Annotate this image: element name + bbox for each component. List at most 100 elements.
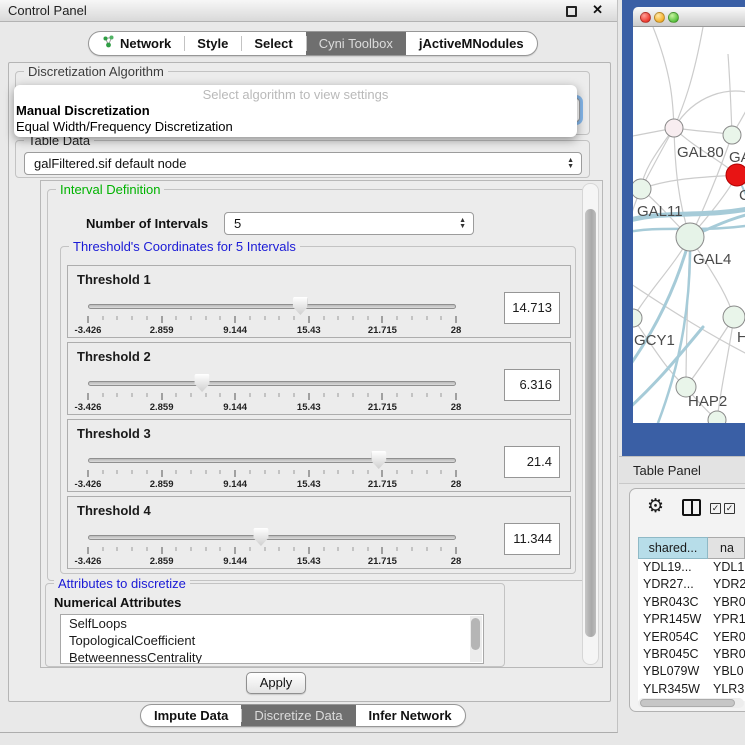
- tick-label: -3.426: [75, 479, 102, 490]
- node-gal11[interactable]: [633, 179, 651, 199]
- zoom-traffic-light-icon[interactable]: [668, 12, 679, 23]
- tick-mark: [117, 316, 118, 320]
- apply-button[interactable]: Apply: [246, 672, 306, 694]
- tab-network[interactable]: Network: [89, 32, 184, 55]
- node-h[interactable]: [723, 306, 745, 328]
- tick-mark: [367, 316, 368, 320]
- tick-label: 9.144: [223, 325, 247, 336]
- node-gal4[interactable]: [676, 223, 704, 251]
- cell-name: YER0: [708, 629, 745, 646]
- tab-jactivemnodules[interactable]: jActiveMNodules: [406, 32, 537, 55]
- threshold-3-value-field[interactable]: 21.4: [504, 446, 560, 478]
- threshold-1-value-field[interactable]: 14.713: [504, 292, 560, 324]
- tick-mark: [367, 470, 368, 474]
- node-label-gal80: GAL80: [677, 144, 724, 161]
- threshold-2-thumb[interactable]: [195, 374, 210, 392]
- table-row[interactable]: YDL19...YDL1: [638, 559, 745, 576]
- network-graph: GAL80GACGAL11GAL4GCY1HHAP2: [633, 27, 745, 423]
- node-green-top[interactable]: [723, 126, 741, 144]
- top-tab-bar: NetworkStyleSelectCyni ToolboxjActiveMNo…: [88, 31, 538, 56]
- columns-icon[interactable]: [682, 499, 701, 516]
- discretization-algorithm-title: Discretization Algorithm: [24, 64, 168, 79]
- table-row[interactable]: YLR345WYLR3: [638, 681, 745, 698]
- table-row[interactable]: YDR27...YDR2: [638, 576, 745, 593]
- attribute-item-selfloops[interactable]: SelfLoops: [61, 615, 483, 632]
- attribute-item-topologicalcoefficient[interactable]: TopologicalCoefficient: [61, 632, 483, 649]
- tab-discretize-data[interactable]: Discretize Data: [241, 705, 355, 726]
- tick-mark: [132, 393, 133, 397]
- tick-mark: [294, 316, 295, 320]
- numerical-attributes-list[interactable]: SelfLoopsTopologicalCoefficientBetweenne…: [60, 614, 484, 664]
- close-traffic-light-icon[interactable]: [640, 12, 651, 23]
- network-icon: [102, 32, 115, 55]
- table-row[interactable]: YPR145WYPR1: [638, 611, 745, 628]
- tick-mark: [426, 393, 427, 397]
- attributes-scrollbar[interactable]: [470, 616, 482, 662]
- tick-label: 28: [451, 402, 462, 413]
- tick-mark: [323, 316, 324, 320]
- table-row[interactable]: YER054CYER0: [638, 629, 745, 646]
- tick-label: -3.426: [75, 402, 102, 413]
- threshold-2-panel: Threshold 2-3.4262.8599.14415.4321.71528…: [67, 342, 571, 415]
- tick-label: -3.426: [75, 325, 102, 336]
- tick-mark: [279, 547, 280, 551]
- settings-scrollbar[interactable]: [582, 183, 599, 665]
- number-of-intervals-label: Number of Intervals: [86, 216, 208, 231]
- threshold-4-slider[interactable]: -3.4262.8599.14415.4321.71528: [88, 531, 456, 565]
- node-red[interactable]: [726, 164, 745, 186]
- table-row[interactable]: YBR045CYBR0: [638, 646, 745, 663]
- tick-mark: [456, 470, 457, 477]
- table-data-combobox[interactable]: galFiltered.sif default node ▲▼: [24, 152, 582, 175]
- dropdown-item-manual-discretization[interactable]: Manual Discretization: [14, 103, 577, 119]
- dropdown-item-equal-width-frequency-discretization[interactable]: Equal Width/Frequency Discretization: [14, 119, 577, 135]
- dropdown-placeholder-item[interactable]: Select algorithm to view settings: [14, 87, 577, 103]
- column-header-name[interactable]: na: [708, 537, 745, 559]
- node-pink[interactable]: [665, 119, 683, 137]
- tab-infer-network[interactable]: Infer Network: [356, 705, 465, 726]
- tick-mark: [264, 547, 265, 551]
- tab-select[interactable]: Select: [241, 32, 305, 55]
- node-attribute-table: shared...naYDL19...YDL1YDR27...YDR2YBR04…: [638, 537, 745, 701]
- tick-mark: [249, 470, 250, 474]
- threshold-3-thumb[interactable]: [371, 451, 386, 469]
- tick-mark: [220, 316, 221, 320]
- table-horizontal-scrollbar[interactable]: [638, 698, 744, 708]
- float-icon[interactable]: [566, 6, 577, 17]
- table-row[interactable]: YBL079WYBL0: [638, 663, 745, 680]
- close-icon[interactable]: ✕: [592, 2, 603, 18]
- threshold-3-slider[interactable]: -3.4262.8599.14415.4321.71528: [88, 454, 456, 488]
- tab-cyni-toolbox[interactable]: Cyni Toolbox: [306, 32, 406, 55]
- tab-impute-data[interactable]: Impute Data: [141, 705, 241, 726]
- slider-track: [88, 535, 456, 540]
- tick-mark: [161, 470, 162, 477]
- network-canvas[interactable]: GAL80GACGAL11GAL4GCY1HHAP2: [633, 27, 745, 423]
- table-row[interactable]: YBR043CYBR0: [638, 594, 745, 611]
- attributes-group: Attributes to discretize Numerical Attri…: [45, 583, 505, 667]
- threshold-1-thumb[interactable]: [293, 297, 308, 315]
- threshold-2-slider[interactable]: -3.4262.8599.14415.4321.71528: [88, 377, 456, 411]
- threshold-4-thumb[interactable]: [253, 528, 268, 546]
- minimize-traffic-light-icon[interactable]: [654, 12, 665, 23]
- slider-ticks: [88, 470, 456, 478]
- attribute-item-betweennesscentrality[interactable]: BetweennessCentrality: [61, 649, 483, 664]
- tick-mark: [220, 547, 221, 551]
- cell-name: YLR3: [708, 681, 745, 698]
- threshold-4-value-field[interactable]: 11.344: [504, 523, 560, 555]
- column-header-shared-name[interactable]: shared...: [638, 537, 708, 559]
- tick-label: 15.43: [297, 479, 321, 490]
- node-gcy1[interactable]: [633, 309, 642, 327]
- select-all-checkbox-icon[interactable]: ✓: [710, 503, 721, 514]
- number-of-intervals-combobox[interactable]: 5 ▲▼: [224, 212, 474, 235]
- numerical-attributes-label: Numerical Attributes: [54, 595, 181, 610]
- tab-style[interactable]: Style: [184, 32, 241, 55]
- network-edge: [641, 175, 737, 189]
- interval-definition-title: Interval Definition: [56, 182, 164, 197]
- tick-mark: [352, 547, 353, 551]
- tick-mark: [397, 470, 398, 474]
- select-none-checkbox-icon[interactable]: ✓: [724, 503, 735, 514]
- tick-mark: [294, 393, 295, 397]
- gear-icon[interactable]: ⚙: [647, 495, 664, 517]
- threshold-2-value-field[interactable]: 6.316: [504, 369, 560, 401]
- node-bottom[interactable]: [708, 411, 726, 423]
- threshold-1-slider[interactable]: -3.4262.8599.14415.4321.71528: [88, 300, 456, 334]
